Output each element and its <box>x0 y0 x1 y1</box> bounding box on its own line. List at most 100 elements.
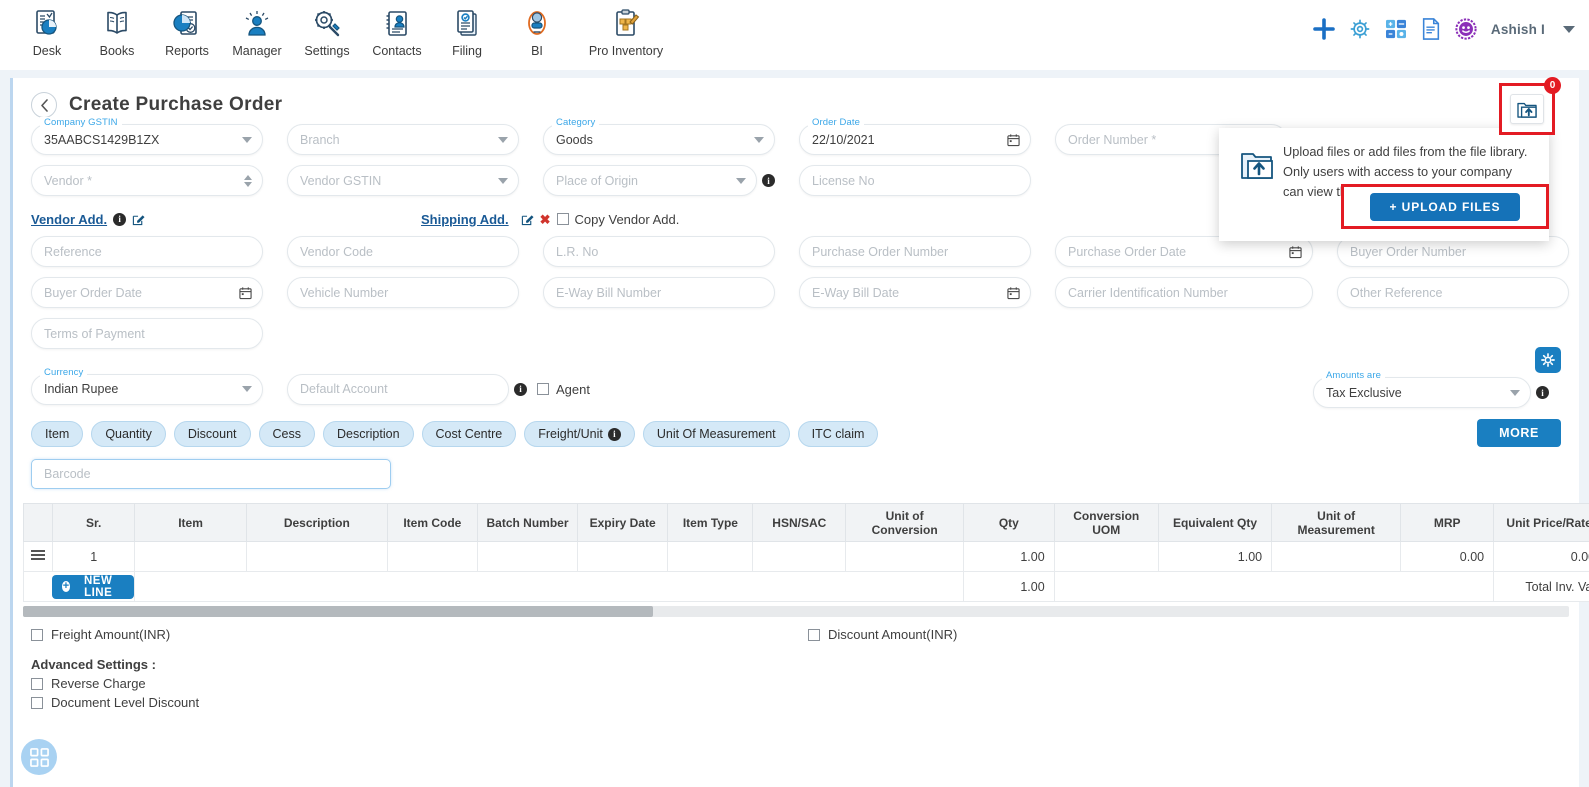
th-hsn-sac[interactable]: HSN/SAC <box>752 503 847 542</box>
chip-freight-per-unit[interactable]: Freight/Unit i <box>524 421 635 447</box>
nav-item-filing[interactable]: Filing <box>432 0 502 58</box>
th-sr[interactable]: Sr. <box>52 503 135 542</box>
discount-amount-checkbox[interactable] <box>808 628 820 641</box>
cell-unit-of-conversion[interactable] <box>845 541 965 572</box>
delete-icon[interactable]: ✖ <box>540 213 551 226</box>
calendar-icon[interactable] <box>239 286 252 299</box>
other-reference-input[interactable]: Other Reference <box>1337 277 1569 308</box>
apps-icon[interactable] <box>1385 19 1407 39</box>
th-item[interactable]: Item <box>133 503 248 542</box>
nav-item-reports[interactable]: Reports <box>152 0 222 58</box>
chevron-down-icon[interactable] <box>1563 25 1575 33</box>
reference-input[interactable]: Reference <box>31 236 263 267</box>
cell-description[interactable] <box>246 541 388 572</box>
cell-qty[interactable]: 1.00 <box>963 541 1055 572</box>
cell-unit-of-measurement[interactable] <box>1271 541 1402 572</box>
cell-unit-price-rate[interactable]: 0.00 <box>1493 541 1589 572</box>
cell-mrp[interactable]: 0.00 <box>1400 541 1495 572</box>
grid-settings-button[interactable] <box>1535 347 1561 373</box>
calendar-icon[interactable] <box>1289 245 1302 258</box>
branch-select[interactable]: Branch <box>287 124 519 155</box>
document-icon[interactable] <box>1421 18 1441 40</box>
chip-item[interactable]: Item <box>31 421 84 447</box>
edit-icon[interactable] <box>132 213 145 226</box>
info-icon[interactable]: i <box>607 427 621 441</box>
th-unit-price-rate[interactable]: Unit Price/Rate <box>1493 503 1589 542</box>
th-qty[interactable]: Qty <box>963 503 1055 542</box>
cell-conversion-uom[interactable] <box>1053 541 1159 572</box>
vendor-gstin-select[interactable]: Vendor GSTIN <box>287 165 519 196</box>
chip-description[interactable]: Description <box>323 421 414 447</box>
chip-discount[interactable]: Discount <box>173 421 251 447</box>
nav-item-desk[interactable]: Desk <box>12 0 82 58</box>
cell-batch-number[interactable] <box>477 541 578 572</box>
cell-equivalent-qty[interactable]: 1.00 <box>1157 541 1273 572</box>
new-line-button[interactable]: + NEW LINE <box>52 574 134 599</box>
row-drag-handle[interactable] <box>22 541 54 572</box>
nav-item-bi[interactable]: BI <box>502 0 572 58</box>
edit-icon[interactable] <box>521 213 534 226</box>
upload-files-button[interactable]: + UPLOAD FILES <box>1369 192 1521 221</box>
barcode-input[interactable]: Barcode <box>31 459 391 489</box>
th-unit-of-conversion[interactable]: Unit of Conversion <box>845 503 965 542</box>
nav-item-manager[interactable]: Manager <box>222 0 292 58</box>
vendor-input[interactable]: Vendor * <box>31 165 263 196</box>
th-conversion-uom[interactable]: Conversion UOM <box>1053 503 1159 542</box>
license-no-input[interactable]: License No <box>799 165 1031 196</box>
cell-item[interactable] <box>133 541 248 572</box>
th-expiry-date[interactable]: Expiry Date <box>576 503 669 542</box>
upload-attachments-button[interactable] <box>1510 94 1544 124</box>
place-of-origin-select[interactable]: Place of Origin <box>543 165 757 196</box>
terms-of-payment-input[interactable]: Terms of Payment <box>31 318 263 349</box>
eway-bill-date-input[interactable]: E-Way Bill Date <box>799 277 1031 308</box>
vendor-address-link[interactable]: Vendor Add. <box>31 212 107 227</box>
order-date-input[interactable]: 22/10/2021 <box>799 124 1031 155</box>
info-icon[interactable]: i <box>113 212 127 226</box>
scrollbar-thumb[interactable] <box>23 606 653 617</box>
cell-hsn-sac[interactable] <box>752 541 847 572</box>
copy-vendor-address-checkbox[interactable] <box>556 213 569 225</box>
back-button[interactable] <box>31 92 57 118</box>
info-icon[interactable]: i <box>1536 386 1549 399</box>
chip-cost-centre[interactable]: Cost Centre <box>421 421 517 447</box>
lr-no-input[interactable]: L.R. No <box>543 236 775 267</box>
nav-item-pro-inventory[interactable]: Pro Inventory <box>572 0 680 58</box>
chip-cess[interactable]: Cess <box>258 421 315 447</box>
purchase-order-number-input[interactable]: Purchase Order Number <box>799 236 1031 267</box>
chip-quantity[interactable]: Quantity <box>91 421 166 447</box>
reverse-charge-checkbox[interactable] <box>31 677 43 690</box>
smiley-icon[interactable] <box>1455 18 1477 40</box>
table-row[interactable]: 1 1.00 1.00 0.00 0.00 <box>22 541 1589 572</box>
th-unit-of-measurement[interactable]: Unit of Measurement <box>1271 503 1402 542</box>
freight-amount-checkbox[interactable] <box>31 628 43 641</box>
cell-item-type[interactable] <box>667 541 754 572</box>
gear-icon[interactable] <box>1349 18 1371 40</box>
vendor-code-input[interactable]: Vendor Code <box>287 236 519 267</box>
th-mrp[interactable]: MRP <box>1400 503 1495 542</box>
default-account-input[interactable]: Default Account <box>287 373 509 405</box>
info-icon[interactable]: i <box>762 174 775 187</box>
chip-itc-claim[interactable]: ITC claim <box>797 421 879 447</box>
cell-expiry-date[interactable] <box>576 541 669 572</box>
eway-bill-number-input[interactable]: E-Way Bill Number <box>543 277 775 308</box>
buyer-order-date-input[interactable]: Buyer Order Date <box>31 277 263 308</box>
agent-checkbox[interactable] <box>537 383 549 395</box>
table-horizontal-scrollbar[interactable] <box>23 606 1569 617</box>
vehicle-number-input[interactable]: Vehicle Number <box>287 277 519 308</box>
spinner-icon[interactable] <box>244 174 252 187</box>
currency-select[interactable]: Indian Rupee <box>31 373 263 405</box>
document-level-discount-checkbox[interactable] <box>31 696 43 709</box>
th-item-type[interactable]: Item Type <box>667 503 754 542</box>
category-select[interactable]: Goods <box>543 124 775 155</box>
calendar-icon[interactable] <box>1007 133 1020 146</box>
th-batch-number[interactable]: Batch Number <box>477 503 578 542</box>
shipping-address-link[interactable]: Shipping Add. <box>421 212 509 227</box>
carrier-identification-number-input[interactable]: Carrier Identification Number <box>1055 277 1313 308</box>
plus-icon[interactable] <box>1313 18 1335 40</box>
user-name[interactable]: Ashish I <box>1491 22 1545 37</box>
th-item-code[interactable]: Item Code <box>386 503 479 542</box>
nav-item-settings[interactable]: Settings <box>292 0 362 58</box>
th-description[interactable]: Description <box>246 503 388 542</box>
nav-item-books[interactable]: Books <box>82 0 152 58</box>
info-icon[interactable]: i <box>514 382 527 396</box>
